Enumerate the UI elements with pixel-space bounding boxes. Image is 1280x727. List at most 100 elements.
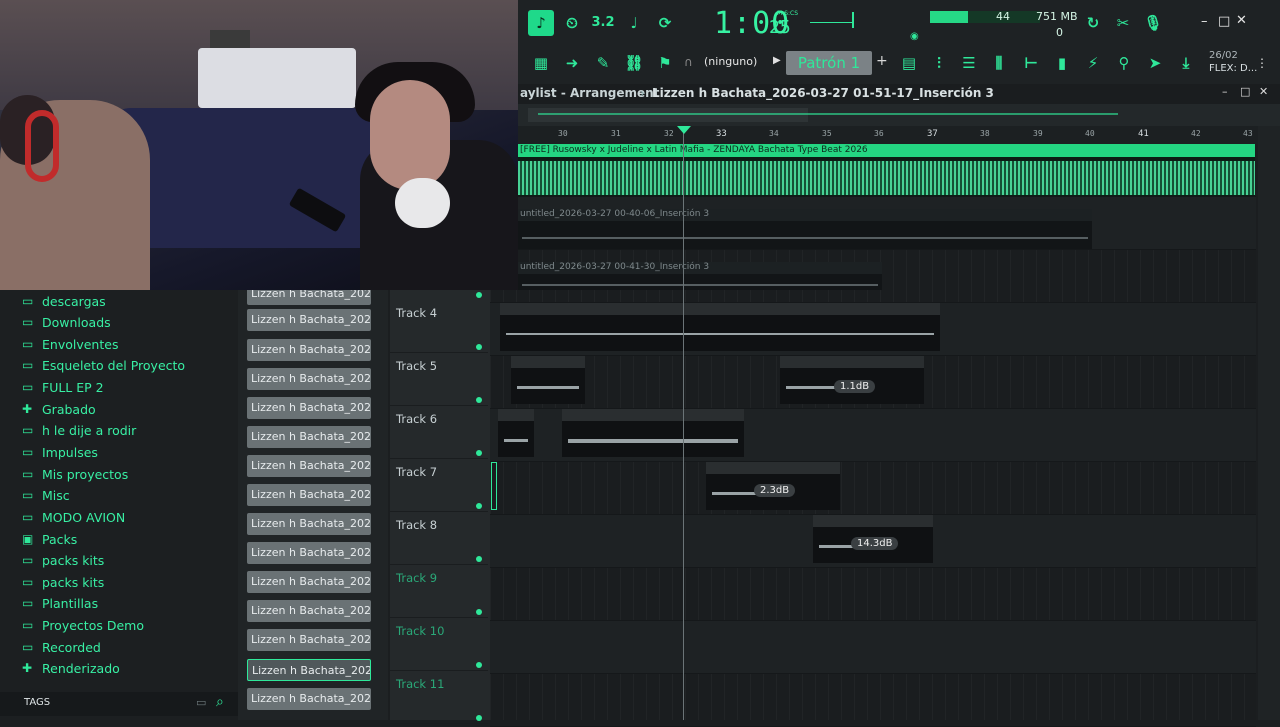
- browser-folder[interactable]: ▭ MODO AVION: [22, 507, 125, 527]
- browser-folder[interactable]: ▭ Proyectos Demo: [22, 615, 144, 635]
- clip-list-item[interactable]: Lizzen h Bachata_2026-0...: [247, 455, 371, 477]
- master-pitch-line[interactable]: [810, 22, 852, 23]
- send-icon[interactable]: ➤: [1142, 50, 1168, 76]
- browser-folder[interactable]: ✚ Grabado: [22, 399, 96, 419]
- plug-icon[interactable]: ⚡: [1080, 50, 1106, 76]
- audio-clip-track-8[interactable]: Lizzen h Bac..Inserción 3 14.3dB: [813, 515, 933, 563]
- lane-track-9[interactable]: [490, 568, 1256, 621]
- mixer-target-label[interactable]: (ninguno): [704, 55, 757, 68]
- link-icon[interactable]: ⛓: [621, 50, 647, 76]
- minimize-icon[interactable]: –: [1201, 14, 1208, 29]
- add-pattern-button[interactable]: +: [876, 53, 888, 69]
- step-edit-icon[interactable]: ♩: [621, 10, 647, 36]
- track-led[interactable]: [476, 609, 482, 615]
- loop-record-icon[interactable]: ⟳: [652, 10, 678, 36]
- lane-track-10[interactable]: [490, 621, 1256, 674]
- microphone-icon[interactable]: 🎙: [1140, 10, 1166, 36]
- clip-list-item-selected[interactable]: Lizzen h Bachata_2026-0...: [247, 659, 371, 681]
- refresh-icon[interactable]: ↻: [1080, 10, 1106, 36]
- audio-clip-track-5a[interactable]: Lizzen..ción 3: [511, 356, 585, 404]
- clip-list-item[interactable]: Lizzen h Bachata_2026-0...: [247, 629, 371, 651]
- wait-record-icon[interactable]: ⏲: [559, 10, 585, 36]
- track-led[interactable]: [476, 344, 482, 350]
- browser-folder[interactable]: ▭ descargas: [22, 291, 106, 311]
- clip-list-item[interactable]: Lizzen h Bachata_2026-0...: [247, 600, 371, 622]
- eye-icon[interactable]: ◉: [910, 31, 919, 42]
- timeline-ruler[interactable]: 30 31 32 33 34 35 36 37 38 39 40 41 42 4…: [518, 126, 1258, 144]
- arrow-right-icon[interactable]: ➜: [559, 50, 585, 76]
- pattern-selector[interactable]: Patrón 1: [786, 51, 872, 75]
- playlist-maximize-icon[interactable]: □: [1240, 85, 1250, 98]
- track-header-4[interactable]: Track 4: [390, 300, 488, 353]
- playlist-icon[interactable]: ▦: [528, 50, 554, 76]
- track-header-11[interactable]: Track 11: [390, 671, 488, 724]
- countdown-icon[interactable]: 3.2: [590, 10, 616, 36]
- audio-clip-track-2[interactable]: untitled_2026-03-27 00-40-06_Inserción 3: [518, 209, 1092, 249]
- playhead-marker-icon[interactable]: [677, 126, 691, 134]
- audio-clip-track-6b[interactable]: Lizzen h Bachata_20..40-12_Inserción 3: [562, 409, 744, 457]
- browser-folder[interactable]: ▭ Mis proyectos: [22, 464, 128, 484]
- track-header-8[interactable]: Track 8: [390, 512, 488, 565]
- beat-audio-clip[interactable]: [FREE] Rusowsky x Judeline x Latin Mafia…: [518, 144, 1255, 196]
- track-led[interactable]: [476, 715, 482, 721]
- close-icon[interactable]: ✕: [1236, 13, 1247, 28]
- browser-folder[interactable]: ▭ FULL EP 2: [22, 377, 104, 397]
- person-icon[interactable]: ⚲: [1111, 50, 1137, 76]
- playhead-line[interactable]: [683, 126, 684, 720]
- scissors-icon[interactable]: ✂: [1110, 10, 1136, 36]
- track-led[interactable]: [476, 662, 482, 668]
- audio-clip-track-7[interactable]: Lizzen h Bacha..._Inserción 3 2.3dB: [706, 462, 840, 510]
- clip-list-item[interactable]: Lizzen h Bachata_2026-0...: [247, 513, 371, 535]
- overview-window[interactable]: [528, 108, 808, 122]
- browser-folder[interactable]: ▭ Envolventes: [22, 334, 118, 354]
- piano-roll-icon[interactable]: ▤: [896, 50, 922, 76]
- playlist-pattern-name[interactable]: Lizzen h Bachata_2026-03-27 01-51-17_Ins…: [652, 86, 994, 100]
- audio-clip-track-6a[interactable]: Li..3: [498, 409, 534, 457]
- browser-folder[interactable]: ▭ h le dije a rodir: [22, 420, 136, 440]
- track-header-6[interactable]: Track 6: [390, 406, 488, 459]
- play-pattern-icon[interactable]: ▶: [773, 55, 781, 66]
- browser-folder[interactable]: ▭ Esqueleto del Proyecto: [22, 355, 185, 375]
- more-icon[interactable]: ⋮: [1256, 56, 1268, 70]
- news-flex[interactable]: FLEX: D...: [1209, 63, 1257, 74]
- clip-list-item[interactable]: Lizzen h Bachata_2026-0...: [247, 339, 371, 361]
- track-led[interactable]: [476, 450, 482, 456]
- lane-track-7[interactable]: [490, 462, 1256, 515]
- browser-folder[interactable]: ✚ Renderizado: [22, 658, 120, 678]
- track-led[interactable]: [476, 556, 482, 562]
- browser-folder[interactable]: ▭ Recorded: [22, 637, 101, 657]
- browser-folder[interactable]: ▭ Plantillas: [22, 593, 98, 613]
- playlist-overview-scroll[interactable]: [518, 104, 1280, 126]
- clip-list-item[interactable]: Lizzen h Bachata_2026-0...: [247, 484, 371, 506]
- browser-folder[interactable]: ▭ Impulses: [22, 442, 98, 462]
- playlist-close-icon[interactable]: ✕: [1259, 85, 1268, 98]
- audio-clip-track-3[interactable]: untitled_2026-03-27 00-41-30_Inserción 3: [518, 262, 882, 290]
- search-icon[interactable]: ⌕: [216, 694, 224, 710]
- track-led[interactable]: [476, 292, 482, 298]
- download-icon[interactable]: ⤓: [1173, 50, 1199, 76]
- browser-folder[interactable]: ▣ Packs: [22, 529, 77, 549]
- track-selection-marker[interactable]: [491, 462, 497, 510]
- vertical-scrollbar[interactable]: [1258, 126, 1280, 720]
- audio-clip-track-4[interactable]: untitled_2026-03-27 00-42-47_Inserción 3: [500, 303, 940, 351]
- clip-list-item[interactable]: Lizzen h Bachata_2026-0...: [247, 397, 371, 419]
- browser-folder[interactable]: ▭ packs kits: [22, 550, 104, 570]
- browser-folder[interactable]: ▭ Misc: [22, 485, 70, 505]
- browser-folder[interactable]: ▭ packs kits: [22, 572, 104, 592]
- track-header-9[interactable]: Track 9: [390, 565, 488, 618]
- clip-list-item[interactable]: Lizzen h Bachata_2026-0...: [247, 309, 371, 331]
- tree-icon[interactable]: ⊢: [1018, 50, 1044, 76]
- clip-list-item[interactable]: Lizzen h Bachata_2026-0...: [247, 368, 371, 390]
- tags-label[interactable]: TAGS: [24, 697, 50, 708]
- brush-icon[interactable]: ✎: [590, 50, 616, 76]
- track-header-7[interactable]: Track 7: [390, 459, 488, 512]
- track-led[interactable]: [476, 503, 482, 509]
- browser-folder[interactable]: ▭ Downloads: [22, 312, 111, 332]
- channel-rack-icon[interactable]: ⫶: [926, 50, 952, 76]
- track-led[interactable]: [476, 397, 482, 403]
- clip-list-item[interactable]: Lizzen h Bachata_2026-0...: [247, 688, 371, 710]
- clip-list-item[interactable]: Lizzen h Bachata_2026-0...: [247, 542, 371, 564]
- mixer-icon[interactable]: ☰: [956, 50, 982, 76]
- playlist-minimize-icon[interactable]: –: [1222, 85, 1228, 98]
- maximize-icon[interactable]: □: [1218, 14, 1230, 29]
